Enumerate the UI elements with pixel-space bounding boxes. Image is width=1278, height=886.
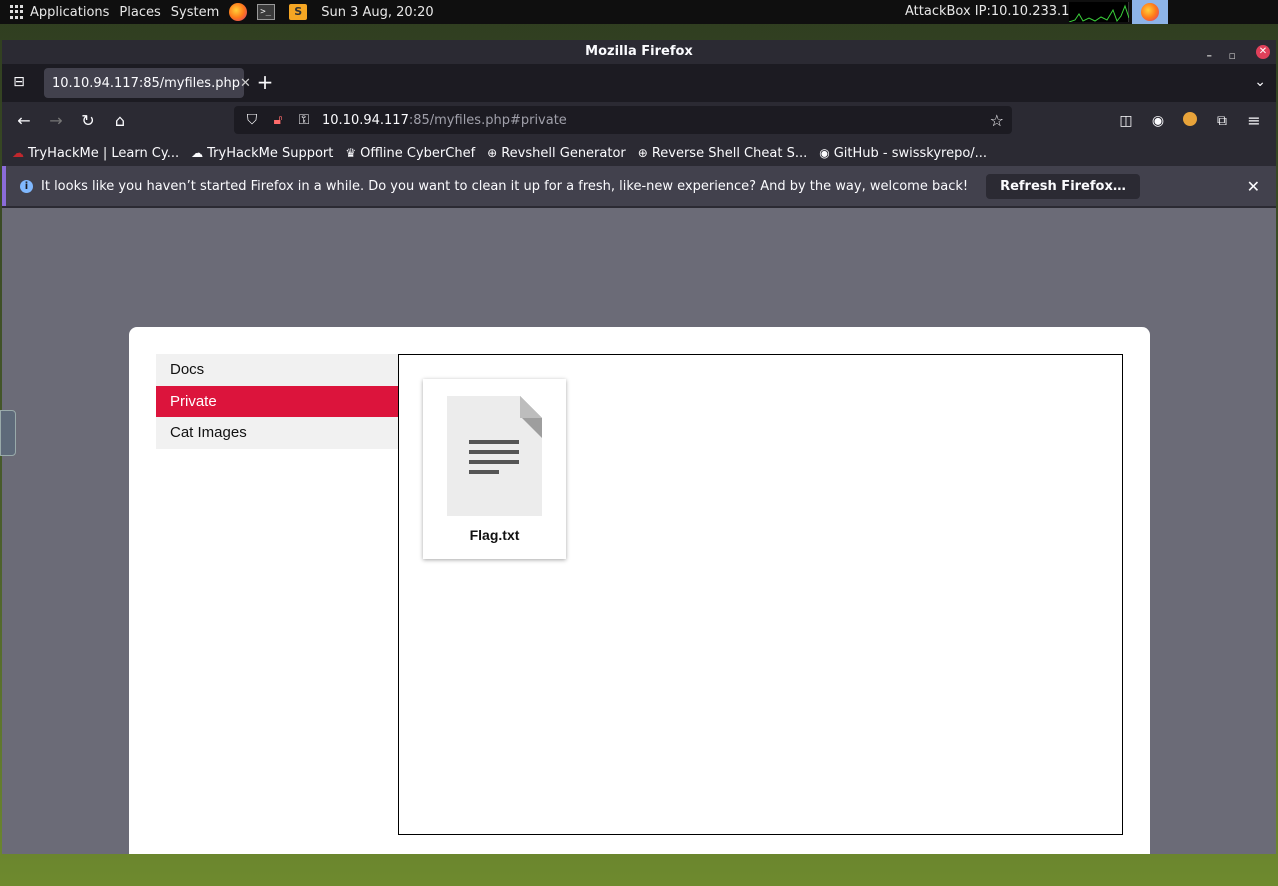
github-icon: ◉ [819,146,830,160]
bookmark-label: Reverse Shell Cheat S... [651,145,808,161]
close-notification-icon[interactable]: ✕ [1247,177,1260,196]
sidebar-item-private[interactable]: Private [156,385,398,417]
info-icon: i [20,179,33,193]
bookmark-reverse-shell-cheat[interactable]: ⊕ Reverse Shell Cheat S... [638,146,807,161]
sidebar-item-cat-images[interactable]: Cat Images [156,417,398,449]
tryhackme-icon: ☁ [12,146,24,160]
home-icon[interactable]: ⌂ [110,111,130,131]
new-tab-button[interactable]: + [254,72,276,94]
firefox-icon [1141,3,1159,21]
url-path: :85/myfiles.php#private [408,112,567,128]
tab-title: 10.10.94.117:85/myfiles.php [52,75,240,91]
file-item[interactable]: Flag.txt [423,379,566,559]
bookmark-tryhackme[interactable]: ☁ TryHackMe | Learn Cy... [12,146,179,161]
bookmark-revshell[interactable]: ⊕ Revshell Generator [487,146,626,161]
bookmark-tryhackme-support[interactable]: ☁ TryHackMe Support [191,146,333,161]
navigation-toolbar: ← → ↻ ⌂ ⛉ 🔓︎ ⚿ 10.10.94.117:85/myfiles.p… [2,102,1276,140]
window-title: Mozilla Firefox [585,44,693,59]
applications-label: Applications [30,4,110,20]
bookmark-label: Revshell Generator [501,145,626,161]
url-host: 10.10.94.117 [322,112,409,128]
insecure-lock-icon[interactable]: 🔓︎ [270,112,286,128]
sidebar-item-docs[interactable]: Docs [156,354,398,386]
pocket-icon[interactable]: ◫ [1116,111,1136,131]
extensions-puzzle-icon[interactable]: ⧉ [1212,111,1232,131]
clock[interactable]: Sun 3 Aug, 20:20 [321,5,433,20]
bookmark-label: TryHackMe Support [207,145,334,161]
system-menu[interactable]: System [171,5,219,20]
window-titlebar: Mozilla Firefox – ▫ ✕ [2,40,1276,64]
back-arrow-icon[interactable]: ← [14,111,34,131]
firefox-icon [229,3,248,21]
app-grid-icon [10,5,24,19]
refresh-firefox-button[interactable]: Refresh Firefox… [986,173,1140,199]
bookmark-star-icon[interactable]: ☆ [990,111,1004,130]
forward-arrow-icon[interactable]: → [46,111,66,131]
places-menu[interactable]: Places [119,5,160,20]
bookmark-cyberchef[interactable]: ♛ Offline CyberChef [345,146,475,161]
extension-cookie-icon[interactable] [1180,111,1200,131]
chef-icon: ♛ [345,146,357,160]
bookmark-label: Offline CyberChef [360,145,476,161]
tab-strip: ⊟ 10.10.94.117:85/myfiles.php ✕ + ⌄ [2,64,1276,102]
bookmark-github[interactable]: ◉ GitHub - swisskyrepo/... [819,146,987,161]
folder-sidebar: Docs Private Cat Images [156,354,398,449]
notification-message: It looks like you haven’t started Firefo… [41,178,969,194]
network-graph [1068,2,1130,23]
page-viewport: Docs Private Cat Images Flag.txt [2,208,1276,854]
sublime-icon: S [289,4,308,20]
close-window-icon[interactable]: ✕ [1256,45,1270,59]
file-browser-card: Docs Private Cat Images Flag.txt [129,327,1150,854]
file-name: Flag.txt [469,527,520,543]
bookmarks-toolbar: ☁ TryHackMe | Learn Cy... ☁ TryHackMe Supp… [2,140,1276,166]
firefox-window: Mozilla Firefox – ▫ ✕ ⊟ 10.10.94.117:85/… [2,40,1276,854]
firefox-taskbar-button[interactable] [1132,0,1168,24]
tab-close-icon[interactable]: ✕ [240,76,251,91]
hamburger-menu-icon[interactable]: ≡ [1244,111,1264,131]
firefox-view-icon[interactable]: ⊟ [10,74,28,92]
file-list-pane: Flag.txt [398,354,1123,835]
bookmark-label: TryHackMe | Learn Cy... [28,145,180,161]
support-icon: ☁ [191,146,204,160]
account-icon[interactable]: ◉ [1148,111,1168,131]
notification-bar: i It looks like you haven’t started Fire… [2,166,1276,206]
shield-icon[interactable]: ⛉ [244,112,260,128]
firefox-launcher[interactable] [229,3,248,21]
document-icon [447,396,542,516]
tab-myfiles[interactable]: 10.10.94.117:85/myfiles.php ✕ [44,68,251,98]
attackbox-ip-label: AttackBox IP:10.10.233.108 [905,4,1086,19]
list-all-tabs-icon[interactable]: ⌄ [1254,74,1266,90]
address-bar[interactable]: ⛉ 🔓︎ ⚿ 10.10.94.117:85/myfiles.php#priva… [234,106,1012,134]
terminal-launcher[interactable]: >_ [257,4,276,20]
key-icon[interactable]: ⚿ [296,112,312,128]
reload-icon[interactable]: ↻ [78,111,98,131]
terminal-icon: >_ [257,4,276,20]
bookmark-label: GitHub - swisskyrepo/... [833,145,988,161]
globe-icon: ⊕ [637,146,648,160]
globe-icon: ⊕ [487,146,498,160]
side-panel-handle[interactable] [0,410,16,456]
applications-menu[interactable]: Applications [10,5,109,20]
sublime-launcher[interactable]: S [289,4,308,20]
